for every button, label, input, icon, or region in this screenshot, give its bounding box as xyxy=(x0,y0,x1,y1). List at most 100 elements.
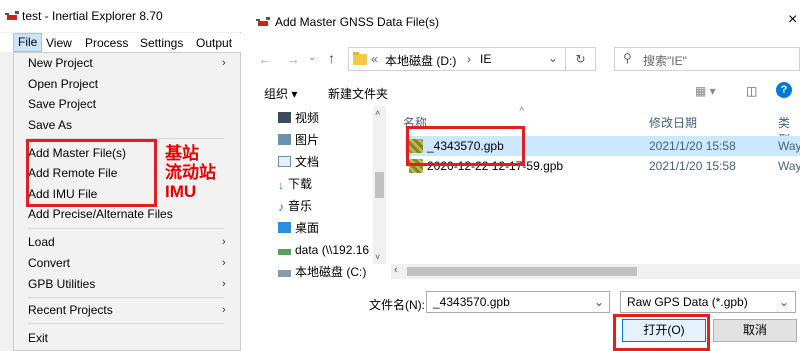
address-bar-row: ← → ⌄ ↑ « 本地磁盘 (D:) › IE ⌄ ↻ ⚲ 搜索"IE" xyxy=(248,44,800,74)
tree-item-drive-c[interactable]: 本地磁盘 (C:) xyxy=(278,262,366,283)
chevron-down-icon[interactable]: ⌄ xyxy=(594,292,604,312)
menu-settings[interactable]: Settings xyxy=(140,35,183,51)
network-drive-icon xyxy=(278,249,291,255)
menu-item-load[interactable]: Load xyxy=(28,232,55,252)
menu-bar: File View Process Settings Output xyxy=(0,33,241,52)
menu-item-save-project[interactable]: Save Project xyxy=(28,94,96,114)
file-modified: 2021/1/20 15:58 xyxy=(649,159,736,173)
search-input[interactable]: ⚲ 搜索"IE" xyxy=(614,47,800,71)
address-bar[interactable]: « 本地磁盘 (D:) › IE ⌄ xyxy=(348,47,566,71)
tree-item-label: 视频 xyxy=(295,111,320,125)
menu-item-convert[interactable]: Convert xyxy=(28,253,70,273)
tree-item-label: 下载 xyxy=(288,177,313,191)
forward-arrow-icon[interactable]: → xyxy=(286,51,300,67)
sort-indicator-icon: ˄ xyxy=(519,104,525,114)
highlight-box xyxy=(406,126,525,166)
dialog-title: Add Master GNSS Data File(s) xyxy=(275,15,440,29)
breadcrumb-drive-d[interactable]: 本地磁盘 (D:) xyxy=(385,52,456,69)
submenu-arrow-icon: › xyxy=(222,304,226,316)
app-icon xyxy=(5,11,19,20)
drive-icon xyxy=(278,270,291,277)
menu-output[interactable]: Output xyxy=(196,35,232,51)
scroll-left-icon[interactable]: ‹ xyxy=(394,264,398,276)
tree-item-network-drive[interactable]: data (\\192.16 xyxy=(278,240,369,261)
tree-item-documents[interactable]: 文档 xyxy=(278,152,319,173)
scroll-down-icon[interactable]: ˅ xyxy=(375,252,380,262)
menu-separator xyxy=(28,323,224,324)
cancel-button[interactable]: 取消 xyxy=(713,319,797,342)
scrollbar-thumb[interactable] xyxy=(375,172,384,198)
tree-item-label: 文档 xyxy=(295,155,320,169)
column-header-modified[interactable]: 修改日期 xyxy=(649,114,697,131)
new-folder-button[interactable]: 新建文件夹 xyxy=(328,85,388,102)
refresh-icon[interactable]: ↻ xyxy=(566,47,596,71)
menu-item-open-project[interactable]: Open Project xyxy=(28,74,98,94)
dialog-title-bar: Add Master GNSS Data File(s) × xyxy=(248,0,800,42)
inertial-explorer-window: test - Inertial Explorer 8.70 File View … xyxy=(0,0,241,351)
tree-item-videos[interactable]: 视频 xyxy=(278,108,319,129)
title-bar: test - Inertial Explorer 8.70 xyxy=(0,0,241,32)
filename-value: _4343570.gpb xyxy=(433,295,510,309)
highlight-box xyxy=(26,139,157,207)
tree-item-label: 图片 xyxy=(295,133,320,147)
tree-item-label: 音乐 xyxy=(288,199,313,213)
desktop-icon xyxy=(278,222,291,233)
preview-pane-icon[interactable]: ◫ xyxy=(746,84,757,98)
organize-button[interactable]: 组织 ▾ xyxy=(264,85,297,102)
filename-input[interactable]: _4343570.gpb ⌄ xyxy=(426,291,610,313)
annotation-rover: 流动站 xyxy=(165,163,216,182)
navigation-tree: 视频 图片 文档 ↓ 下载 ♪ 音乐 桌面 data (\\192.16 本地磁盘 … xyxy=(248,106,373,286)
file-type: Way xyxy=(778,159,800,173)
menu-item-new-project[interactable]: New Project xyxy=(28,53,93,73)
tree-item-music[interactable]: ♪ 音乐 xyxy=(278,196,312,217)
document-icon xyxy=(278,156,291,167)
chevron-down-icon[interactable]: ⌄ xyxy=(308,52,316,63)
search-placeholder: 搜索"IE" xyxy=(643,54,687,68)
tree-item-downloads[interactable]: ↓ 下载 xyxy=(278,174,312,195)
open-file-dialog: Add Master GNSS Data File(s) × ← → ⌄ ↑ «… xyxy=(248,0,800,351)
chevron-down-icon[interactable]: ⌄ xyxy=(779,292,789,312)
path-overflow[interactable]: « xyxy=(371,52,378,66)
menu-item-save-as[interactable]: Save As xyxy=(28,115,72,135)
filetype-value: Raw GPS Data (*.gpb) xyxy=(627,295,748,309)
video-icon xyxy=(278,112,291,123)
highlight-box xyxy=(613,314,710,351)
menu-item-exit[interactable]: Exit xyxy=(28,328,48,348)
tree-item-label: 本地磁盘 (C:) xyxy=(295,265,367,279)
submenu-arrow-icon: › xyxy=(222,57,226,69)
file-list: 名称 ˄ 修改日期 类型 _4343570.gpb 2021/1/20 15:5… xyxy=(391,104,800,264)
search-icon: ⚲ xyxy=(623,51,632,65)
window-title: test - Inertial Explorer 8.70 xyxy=(22,9,163,23)
filename-label: 文件名(N): xyxy=(369,298,425,312)
menu-view[interactable]: View xyxy=(46,35,72,51)
file-type: Way xyxy=(778,139,800,153)
path-dropdown-icon[interactable]: ⌄ xyxy=(548,51,558,65)
up-arrow-icon[interactable]: ↑ xyxy=(328,50,335,66)
menu-item-gpb-utilities[interactable]: GPB Utilities xyxy=(28,274,95,294)
help-icon[interactable]: ? xyxy=(776,82,792,98)
filetype-select[interactable]: Raw GPS Data (*.gpb) ⌄ xyxy=(620,291,796,313)
scroll-up-icon[interactable]: ˄ xyxy=(375,108,380,118)
tree-item-label: 桌面 xyxy=(295,221,320,235)
annotation-base-station: 基站 xyxy=(165,144,199,163)
tree-item-desktop[interactable]: 桌面 xyxy=(278,218,319,239)
view-options-icon[interactable]: ▦ ▾ xyxy=(695,84,716,98)
submenu-arrow-icon: › xyxy=(222,236,226,248)
menu-item-recent-projects[interactable]: Recent Projects xyxy=(28,300,113,320)
submenu-arrow-icon: › xyxy=(222,278,226,290)
back-arrow-icon[interactable]: ← xyxy=(258,51,272,67)
menu-file[interactable]: File xyxy=(13,33,43,52)
menu-separator xyxy=(28,228,224,229)
close-icon[interactable]: × xyxy=(788,11,797,29)
file-list-horizontal-scrollbar[interactable]: ‹ xyxy=(391,264,800,279)
tree-scrollbar[interactable]: ˄ ˅ xyxy=(373,106,386,264)
breadcrumb-ie[interactable]: IE xyxy=(480,52,491,66)
menu-process[interactable]: Process xyxy=(85,35,128,51)
tree-item-label: data (\\192.16 xyxy=(295,243,370,257)
file-modified: 2021/1/20 15:58 xyxy=(649,139,736,153)
tree-item-pictures[interactable]: 图片 xyxy=(278,130,319,151)
dialog-toolbar: 组织 ▾ 新建文件夹 ▦ ▾ ◫ ? xyxy=(248,76,800,106)
scrollbar-thumb[interactable] xyxy=(407,267,637,276)
download-icon: ↓ xyxy=(278,178,284,192)
menu-item-add-precise-files[interactable]: Add Precise/Alternate Files xyxy=(28,204,173,224)
